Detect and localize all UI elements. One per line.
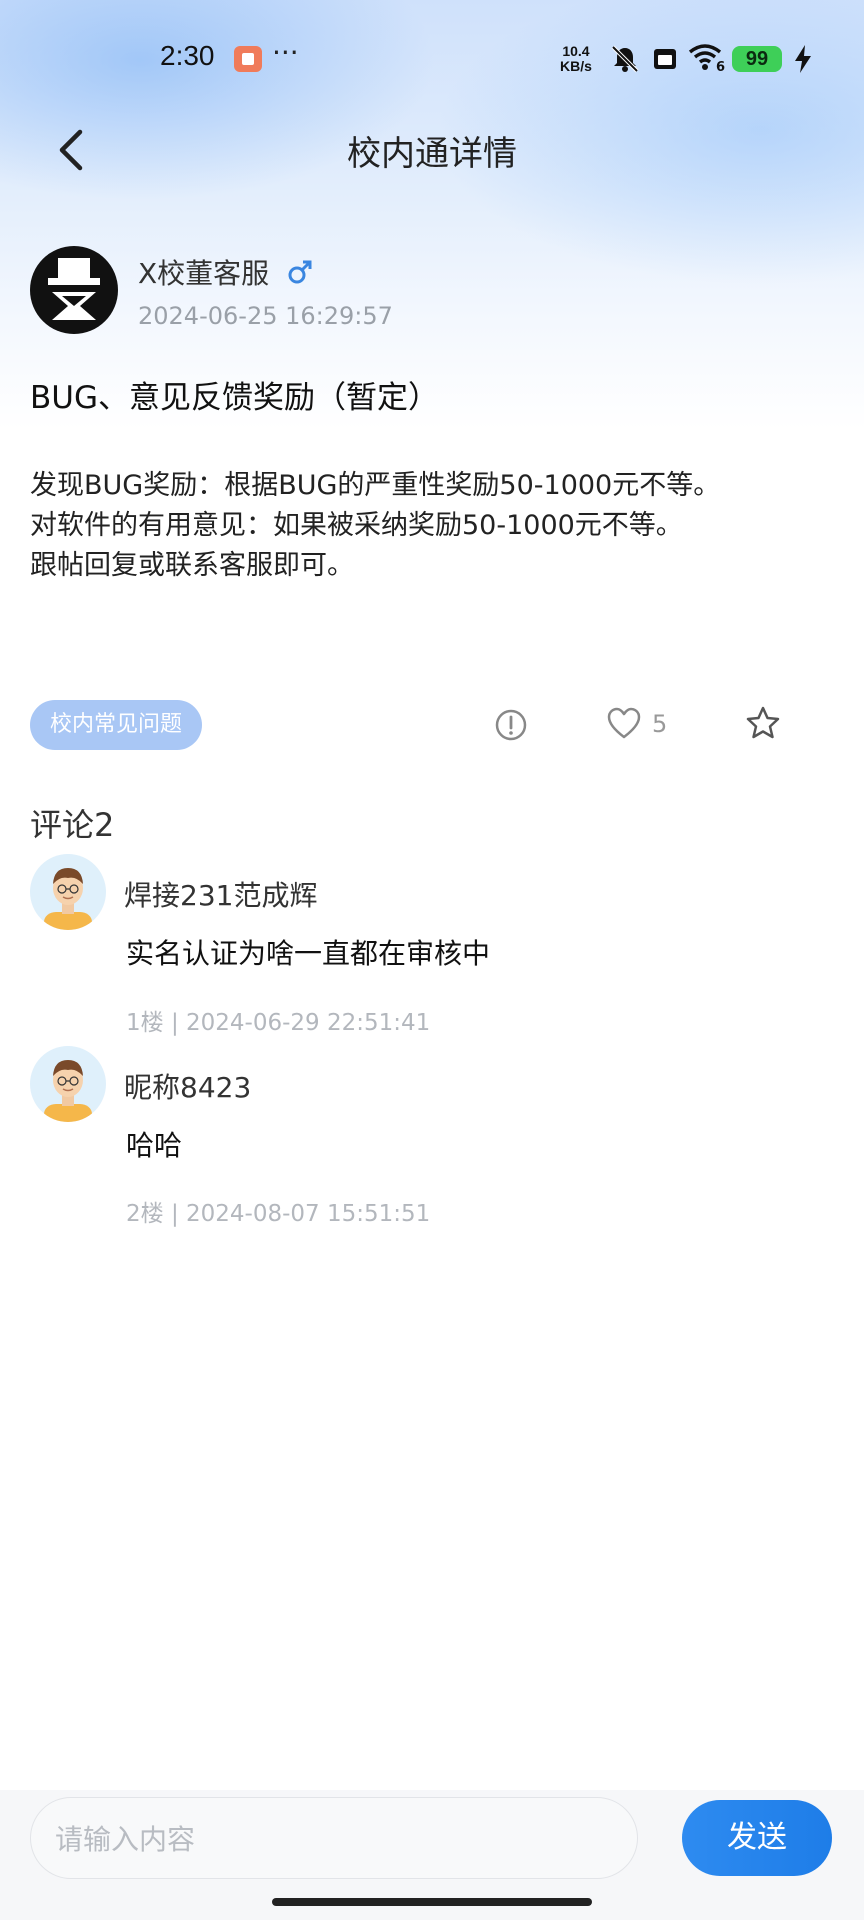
status-time: 2:30 xyxy=(160,40,215,71)
page-title: 校内通详情 xyxy=(347,134,517,174)
comment-text: 哈哈 xyxy=(126,1129,183,1162)
network-speed: 10.4 KB/s xyxy=(560,44,592,74)
bell-muted-icon xyxy=(611,45,639,73)
post-time: 2024-06-25 16:29:57 xyxy=(138,302,393,330)
comment-author[interactable]: 昵称8423 xyxy=(124,1066,251,1106)
post-body-line: 跟帖回复或联系客服即可。 xyxy=(30,550,354,581)
topic-tag[interactable]: 校内常见问题 xyxy=(30,700,203,750)
like-heart-icon[interactable] xyxy=(606,706,642,742)
comment-avatar[interactable] xyxy=(30,854,106,930)
network-speed-value: 10.4 xyxy=(562,43,590,59)
favorite-star-icon[interactable] xyxy=(744,704,782,742)
send-button[interactable]: 发送 xyxy=(682,1800,832,1876)
author-name[interactable]: X校董客服 xyxy=(138,252,269,292)
post-body-line: 发现BUG奖励：根据BUG的严重性奖励50-1000元不等。 xyxy=(30,470,721,501)
comment-avatar[interactable] xyxy=(30,1046,106,1122)
battery-level: 99 xyxy=(732,46,782,72)
user-avatar-icon xyxy=(44,868,92,930)
post-title: BUG、意见反馈奖励（暂定） xyxy=(30,380,439,416)
home-indicator[interactable] xyxy=(272,1898,592,1906)
more-notifications-icon: ··· xyxy=(272,36,299,69)
author-avatar[interactable] xyxy=(30,246,118,334)
comment-input-container[interactable] xyxy=(30,1797,638,1880)
notification-app-icon xyxy=(234,46,262,72)
comment-author[interactable]: 焊接231范成辉 xyxy=(124,874,317,914)
comments-title: 评论2 xyxy=(30,806,115,844)
like-count: 5 xyxy=(652,710,668,738)
sim-card-icon xyxy=(654,49,676,69)
comment-meta: 2楼 | 2024-08-07 15:51:51 xyxy=(126,1201,431,1227)
user-avatar-icon xyxy=(44,1060,92,1122)
author-avatar-logo-icon xyxy=(48,258,100,320)
post-body: 发现BUG奖励：根据BUG的严重性奖励50-1000元不等。 对软件的有用意见：… xyxy=(30,466,720,586)
comment-input[interactable] xyxy=(53,1798,597,1880)
charging-icon xyxy=(795,45,811,73)
wifi-standard: 6 xyxy=(716,60,726,75)
report-icon[interactable] xyxy=(494,708,528,742)
comment-text: 实名认证为啥一直都在审核中 xyxy=(126,937,491,970)
male-gender-icon xyxy=(288,260,312,284)
post-body-line: 对软件的有用意见：如果被采纳奖励50-1000元不等。 xyxy=(30,510,683,541)
network-speed-unit: KB/s xyxy=(560,58,592,74)
comment-meta: 1楼 | 2024-06-29 22:51:41 xyxy=(126,1010,431,1036)
